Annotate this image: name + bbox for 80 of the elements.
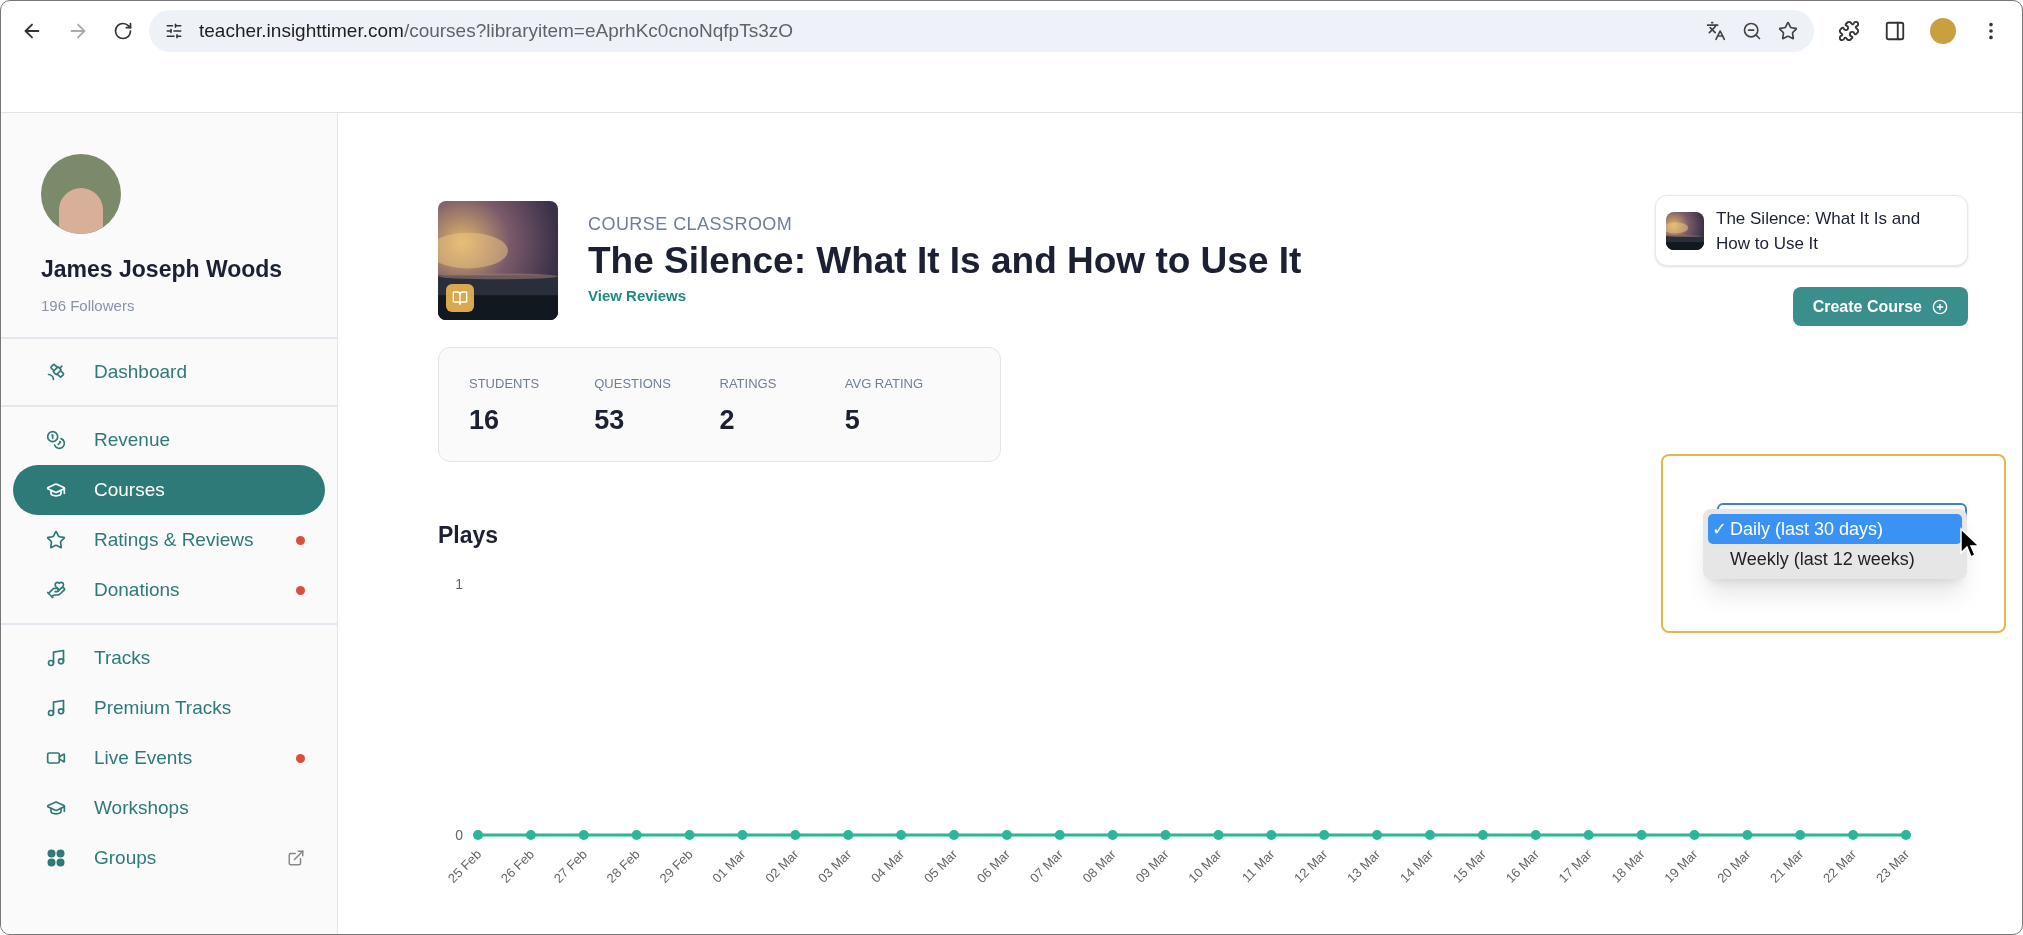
view-reviews-link[interactable]: View Reviews bbox=[588, 287, 687, 305]
x-tick-label: 19 Mar bbox=[1661, 845, 1702, 886]
x-tick-label: 13 Mar bbox=[1344, 845, 1384, 886]
nav-item[interactable]: Live Events bbox=[13, 733, 325, 783]
x-tick-label: 29 Feb bbox=[656, 846, 696, 886]
stat-value: 2 bbox=[719, 403, 736, 437]
x-tick-label: 27 Feb bbox=[550, 846, 590, 886]
x-tick-label: 23 Mar bbox=[1872, 845, 1913, 886]
nav-item[interactable]: Workshops bbox=[13, 783, 325, 833]
course-title: The Silence: What It Is and How to Use It bbox=[588, 239, 1302, 283]
course-card-title: The Silence: What It Is and How to Use It bbox=[1716, 207, 1922, 255]
x-tick-label: 05 Mar bbox=[920, 845, 961, 886]
graduation-cap-icon bbox=[46, 798, 66, 818]
extensions-icon[interactable] bbox=[1838, 20, 1860, 42]
x-tick-label: 04 Mar bbox=[868, 845, 908, 886]
x-tick-label: 16 Mar bbox=[1502, 845, 1543, 886]
nav-item[interactable]: Dashboard bbox=[13, 347, 325, 397]
x-tick-label: 14 Mar bbox=[1396, 845, 1437, 886]
followers-count: 196 Followers bbox=[41, 295, 136, 316]
satellite-icon bbox=[46, 362, 66, 382]
x-tick-label: 03 Mar bbox=[815, 845, 855, 886]
x-tick-label: 22 Mar bbox=[1820, 845, 1860, 886]
x-tick-label: 02 Mar bbox=[762, 845, 802, 886]
external-link-icon bbox=[287, 849, 305, 867]
x-tick-label: 07 Mar bbox=[1026, 845, 1067, 886]
teacher-name: James Joseph Woods bbox=[41, 255, 284, 284]
x-tick-label: 01 Mar bbox=[709, 845, 750, 886]
x-tick-label: 17 Mar bbox=[1555, 845, 1596, 886]
x-tick-label: 15 Mar bbox=[1449, 845, 1490, 886]
star-icon bbox=[46, 530, 66, 550]
plus-icon bbox=[1932, 298, 1948, 315]
eyebrow-label: COURSE CLASSROOM bbox=[588, 213, 794, 236]
address-bar[interactable]: teacher.insighttimer.com/courses?libraryitem=eAprhKc0cnoNqfpTs3zO bbox=[149, 10, 1814, 52]
site-settings-icon[interactable] bbox=[165, 22, 183, 40]
nav-item[interactable]: Premium Tracks bbox=[13, 683, 325, 733]
x-tick-label: 11 Mar bbox=[1238, 845, 1278, 885]
x-tick-label: 09 Mar bbox=[1132, 845, 1173, 886]
zoom-icon[interactable] bbox=[1742, 21, 1762, 41]
x-tick-label: 12 Mar bbox=[1291, 845, 1331, 886]
create-course-button[interactable]: Create Course bbox=[1792, 287, 1968, 326]
nav-item[interactable]: Groups bbox=[13, 833, 325, 883]
stat-value: 5 bbox=[844, 403, 861, 437]
y-tick-label: 1 bbox=[455, 575, 464, 592]
music-note-icon bbox=[46, 698, 66, 718]
x-tick-label: 18 Mar bbox=[1608, 845, 1649, 886]
x-tick-label: 10 Mar bbox=[1185, 845, 1226, 886]
x-tick-label: 28 Feb bbox=[603, 846, 643, 886]
x-tick-label: 20 Mar bbox=[1714, 845, 1754, 886]
stat-value: 16 bbox=[469, 403, 501, 437]
x-tick-label: 08 Mar bbox=[1079, 845, 1120, 886]
x-tick-label: 06 Mar bbox=[973, 845, 1014, 886]
coins-icon bbox=[46, 430, 66, 450]
music-note-icon bbox=[46, 648, 66, 668]
y-tick-label: 0 bbox=[455, 826, 464, 843]
graduation-cap-icon bbox=[46, 480, 66, 500]
stat-label: STUDENTS bbox=[469, 375, 541, 393]
reload-icon[interactable] bbox=[113, 21, 133, 41]
x-tick-label: 26 Feb bbox=[497, 846, 538, 886]
bookmark-star-icon[interactable] bbox=[1778, 21, 1798, 41]
nav-item[interactable]: Donations bbox=[13, 565, 325, 615]
stat-label: QUESTIONS bbox=[594, 375, 672, 393]
nav-item[interactable]: Ratings & Reviews bbox=[13, 515, 325, 565]
course-card[interactable]: The Silence: What It Is and How to Use It bbox=[1655, 195, 1968, 266]
stat-label: RATINGS bbox=[719, 375, 778, 393]
nav-item[interactable]: Tracks bbox=[13, 633, 325, 683]
nav-item[interactable]: Revenue bbox=[13, 415, 325, 465]
side-panel-icon[interactable] bbox=[1884, 20, 1906, 42]
stat-value: 53 bbox=[594, 403, 626, 437]
section-title: Plays bbox=[438, 521, 499, 550]
hands-icon bbox=[46, 580, 66, 600]
book-icon bbox=[452, 290, 468, 306]
x-tick-label: 25 Feb bbox=[444, 846, 485, 886]
grid-dots-icon bbox=[46, 848, 66, 868]
url-text: teacher.insighttimer.com/courses?libraryitem=eAprhKc0cnoNqfpTs3zO bbox=[199, 18, 794, 43]
x-tick-label: 21 Mar bbox=[1767, 845, 1807, 886]
menu-option[interactable]: ✓ Daily (last 30 days) bbox=[1708, 514, 1962, 544]
stat-label: AVG RATING bbox=[844, 375, 924, 393]
nav-item[interactable]: Courses bbox=[13, 465, 325, 515]
menu-option[interactable]: Weekly (last 12 weeks) bbox=[1708, 544, 1962, 574]
translate-icon[interactable] bbox=[1706, 21, 1726, 41]
